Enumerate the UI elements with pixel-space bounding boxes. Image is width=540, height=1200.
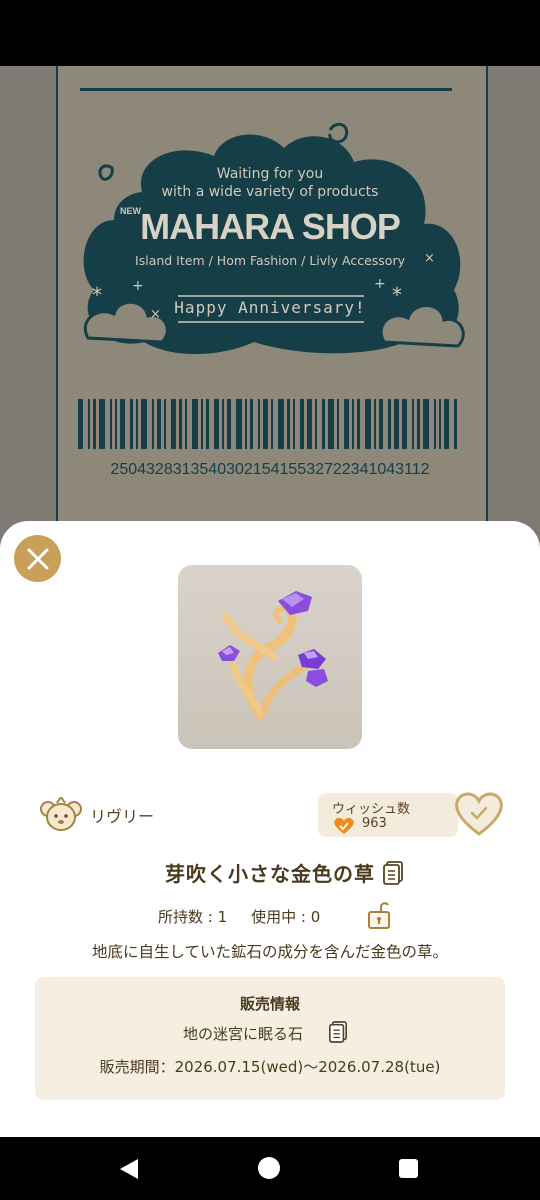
svg-text:+: +	[374, 276, 386, 292]
sale-period: 販売期間：2026.07.15(wed)〜2026.07.28(tue)	[99, 1058, 441, 1076]
brand-name: リヴリー	[90, 807, 155, 826]
ticket-tagline-2: with a wide variety of products	[161, 184, 379, 200]
recent-apps-icon[interactable]	[399, 1159, 418, 1178]
item-description: 地底に自生していた鉱石の成分を含んだ金色の草。	[91, 943, 449, 961]
shop-categories: Island Item / Hom Fashion / Livly Access…	[135, 253, 405, 268]
wish-label: ウィッシュ数	[332, 802, 411, 817]
unlock-icon[interactable]	[366, 900, 396, 930]
close-icon	[27, 548, 48, 569]
sale-info-title: 販売情報	[239, 995, 300, 1013]
sale-source[interactable]: 地の迷宮に眠る石	[183, 1023, 303, 1044]
golden-crystal-plant-icon	[218, 591, 328, 720]
livly-face-icon	[40, 797, 82, 831]
back-icon[interactable]	[118, 1158, 140, 1180]
shop-name: MAHARA SHOP	[140, 206, 401, 247]
wish-heart-button[interactable]	[452, 790, 506, 838]
item-name-row: 芽吹く小さな金色の草	[0, 858, 540, 887]
ticket-tagline-1: Waiting for you	[216, 166, 324, 182]
heart-icon	[334, 817, 354, 834]
close-button[interactable]	[14, 535, 61, 582]
wish-count-panel: ウィッシュ数 963	[318, 793, 458, 837]
barcode-number: 250432831354030215415532722341043112	[110, 461, 430, 478]
brand-tag[interactable]: リヴリー	[40, 797, 154, 833]
barcode	[78, 399, 457, 449]
item-image	[178, 565, 362, 749]
home-icon[interactable]	[258, 1157, 280, 1179]
ticket-divider	[80, 88, 452, 91]
anniversary-banner: Happy Anniversary!	[174, 298, 366, 317]
owned-count: 所持数 : 1	[158, 908, 228, 926]
item-counts: 所持数 : 1 使用中 : 0	[158, 906, 320, 927]
sale-info-panel: 販売情報 地の迷宮に眠る石 販売期間：2026.07.15(wed)〜2026.…	[35, 977, 505, 1100]
wish-count: 963	[362, 816, 387, 831]
in-use-count: 使用中 : 0	[251, 908, 321, 926]
document-icon[interactable]	[328, 1021, 348, 1043]
svg-text:+: +	[132, 278, 144, 294]
status-bar	[0, 0, 540, 66]
document-icon[interactable]	[382, 861, 404, 885]
item-name: 芽吹く小さな金色の草	[165, 862, 375, 886]
